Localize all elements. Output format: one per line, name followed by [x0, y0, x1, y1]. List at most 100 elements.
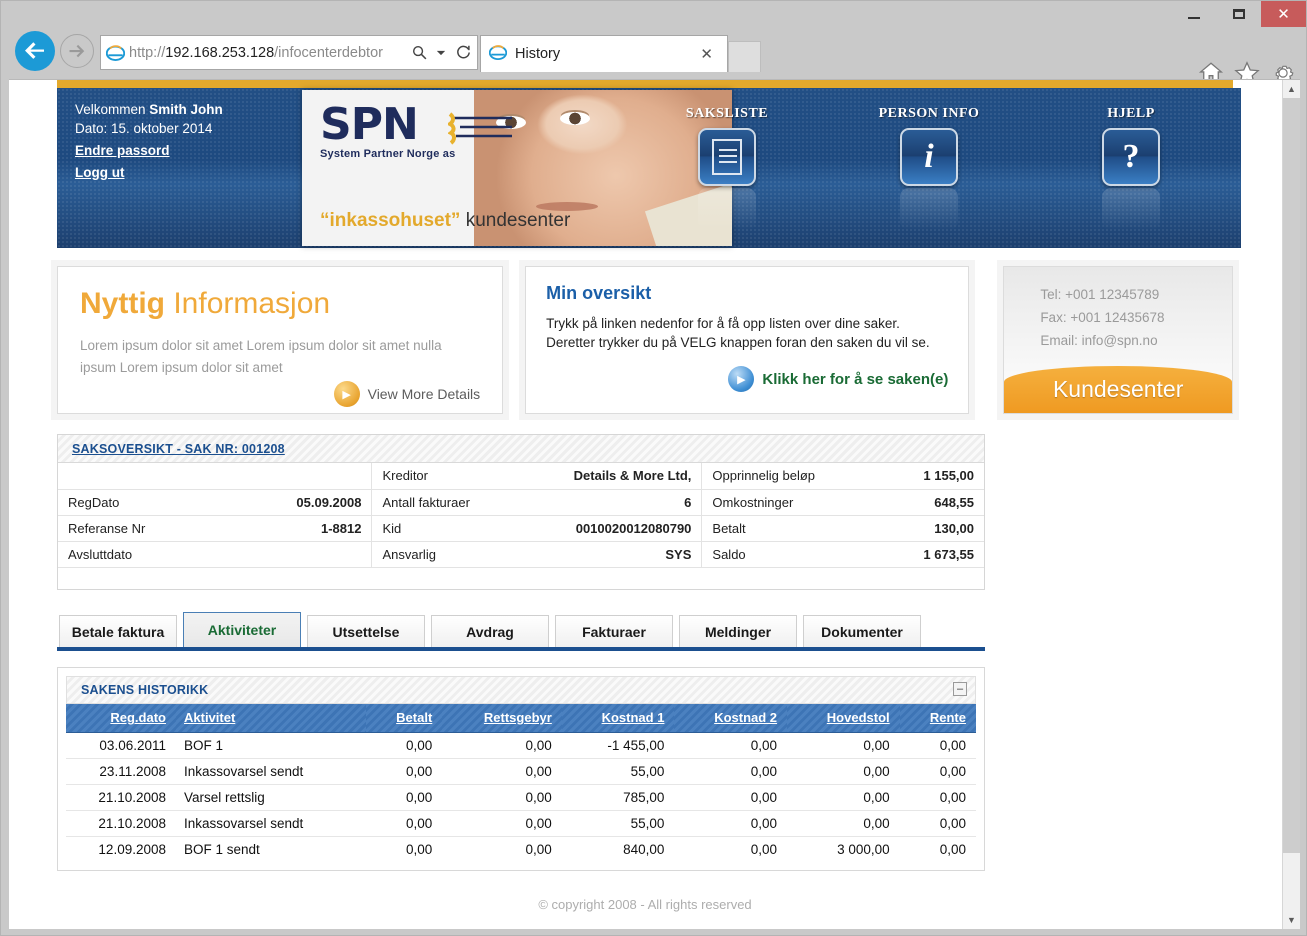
- case-overview-header: SAKSOVERSIKT - SAK NR: 001208: [58, 435, 984, 463]
- kundesenter-button[interactable]: Kundesenter: [1004, 366, 1232, 413]
- forward-button[interactable]: [60, 34, 94, 68]
- table-cell: 0,00: [899, 784, 976, 811]
- panel-title: SAKENS HISTORIKK: [81, 683, 209, 697]
- tagline-quoted: “inkassohuset”: [320, 210, 461, 231]
- history-table-head: Reg.dato Aktivitet Betalt Rettsgebyr Kostnad…: [66, 704, 976, 733]
- card-title-rest: Informasjon: [165, 287, 331, 320]
- table-cell: 0,00: [939, 841, 966, 857]
- window-close-button[interactable]: ✕: [1261, 1, 1306, 27]
- address-bar[interactable]: http://192.168.253.128/infocenterdebtor: [100, 35, 478, 70]
- title-bar: ✕: [1, 1, 1306, 27]
- history-column-header[interactable]: Rente: [899, 704, 976, 733]
- history-column-header[interactable]: Rettsgebyr: [442, 704, 562, 733]
- vertical-scrollbar[interactable]: ▲ ▼: [1282, 80, 1300, 929]
- history-table: Reg.dato Aktivitet Betalt Rettsgebyr Kostnad…: [66, 704, 976, 862]
- spacer-cell: [58, 567, 984, 589]
- tab-betale-faktura[interactable]: Betale faktura: [59, 615, 177, 647]
- tab-favicon-icon: [488, 43, 508, 66]
- new-tab-button[interactable]: [728, 41, 761, 72]
- table-cell: 0,00: [674, 784, 788, 811]
- history-panel: SAKENS HISTORIKK – Reg.dato Aktivitet Beta…: [57, 667, 985, 871]
- tab-meldinger[interactable]: Meldinger: [679, 615, 797, 647]
- table-cell: 0,00: [787, 810, 900, 837]
- nav-label: SAKSLISTE: [685, 106, 769, 121]
- document-list-icon[interactable]: [698, 128, 756, 186]
- history-column-header[interactable]: Betalt: [366, 704, 443, 733]
- url-text: http://192.168.253.128/infocenterdebtor: [129, 44, 383, 61]
- field-label: Kid: [371, 515, 532, 542]
- history-column-header[interactable]: Kostnad 1: [561, 704, 675, 733]
- se-saken-link[interactable]: ▶ Klikk her for å se saken(e): [546, 366, 948, 392]
- contact-card: Tel: +001 12345789 Fax: +001 12435678 Em…: [1003, 266, 1233, 414]
- top-orange-band: [57, 80, 1233, 88]
- table-cell: 0,00: [525, 841, 552, 857]
- table-cell: 0,00: [674, 732, 788, 759]
- history-column-header[interactable]: Aktivitet: [176, 704, 366, 733]
- panel-title[interactable]: SAKSOVERSIKT - SAK NR: 001208: [72, 442, 285, 456]
- page-viewport: ▲ ▼ Velkommen Smith John Dato: 15. oktob…: [9, 79, 1300, 929]
- nav-item-hjelp[interactable]: HJELP ?: [1061, 106, 1201, 230]
- question-mark-icon[interactable]: ?: [1102, 128, 1160, 186]
- link-label: Klikk her for å se saken(e): [762, 370, 949, 388]
- tab-fakturaer[interactable]: Fakturaer: [555, 615, 673, 647]
- tab-utsettelse[interactable]: Utsettelse: [307, 615, 425, 647]
- logo-text: SPN: [320, 99, 419, 150]
- column-header-label: Hovedstol: [826, 710, 890, 726]
- card-title: Nyttig Informasjon: [80, 287, 480, 321]
- table-cell: BOF 1: [176, 732, 366, 759]
- tab-aktiviteter[interactable]: Aktiviteter: [183, 612, 301, 647]
- table-row: 12.09.2008 BOF 1 sendt 0,00 0,00 840,00 0,00 3…: [66, 836, 976, 862]
- change-password-link[interactable]: Endre passord: [75, 141, 223, 160]
- field-label: Omkostninger: [701, 489, 851, 516]
- back-button[interactable]: [15, 31, 55, 71]
- table-cell: 21.10.2008: [66, 784, 176, 811]
- table-cell: 55,00: [561, 758, 675, 785]
- nav-item-person-info[interactable]: PERSON INFO i: [859, 106, 999, 230]
- scroll-down-icon[interactable]: ▼: [1283, 911, 1300, 929]
- nav-reflection: [900, 188, 958, 230]
- card-body: Trykk på linken nedenfor for å få opp li…: [546, 314, 948, 352]
- forward-arrow-icon: [69, 44, 85, 58]
- chevron-down-icon[interactable]: [433, 36, 449, 69]
- tab-avdrag[interactable]: Avdrag: [431, 615, 549, 647]
- nav-reflection: [1102, 188, 1160, 230]
- tab-label: Utsettelse: [332, 623, 400, 640]
- field-value: 1-8812: [238, 515, 372, 542]
- scrollbar-thumb[interactable]: [1283, 98, 1300, 853]
- window-maximize-button[interactable]: [1216, 1, 1261, 27]
- table-cell: 0,00: [442, 784, 562, 811]
- table-cell: 0,00: [442, 810, 562, 837]
- info-i-icon[interactable]: i: [900, 128, 958, 186]
- table-cell: Inkassovarsel sendt: [176, 810, 366, 837]
- table-cell: 0,00: [899, 810, 976, 837]
- field-value: 0010020012080790: [531, 515, 702, 542]
- search-icon[interactable]: [405, 36, 433, 69]
- tab-strip: History ✕: [480, 35, 761, 79]
- table-cell: 0,00: [787, 784, 900, 811]
- column-header-label: Betalt: [396, 710, 433, 726]
- scroll-up-icon[interactable]: ▲: [1283, 80, 1300, 98]
- refresh-icon[interactable]: [449, 36, 477, 69]
- tab-label: Aktiviteter: [207, 622, 277, 638]
- field-label: Avsluttdato: [58, 541, 239, 568]
- table-row: 03.06.2011 BOF 1 0,00 0,00 -1 455,00 0,00 0,00…: [66, 732, 976, 759]
- cards-row: Nyttig Informasjon Lorem ipsum dolor sit…: [57, 266, 1233, 414]
- close-icon[interactable]: ✕: [694, 45, 719, 63]
- collapse-icon[interactable]: –: [953, 682, 967, 696]
- history-column-header[interactable]: Reg.dato: [66, 704, 176, 733]
- window-minimize-button[interactable]: [1171, 1, 1216, 27]
- nav-item-saksliste[interactable]: SAKSLISTE: [657, 106, 797, 230]
- view-more-details-link[interactable]: ▶ View More Details: [80, 381, 480, 407]
- field-label: [58, 463, 239, 490]
- table-row: 23.11.2008 Inkassovarsel sendt 0,00 0,00 55,…: [66, 758, 976, 785]
- history-column-header[interactable]: Kostnad 2: [674, 704, 788, 733]
- play-icon: ▶: [728, 366, 755, 392]
- top-navigation: SAKSLISTE PERSON INFO i HJELP ?: [657, 106, 1201, 230]
- column-header-label: Aktivitet: [184, 710, 236, 726]
- site-footer: © copyright 2008 - All rights reserved: [57, 897, 1233, 929]
- logout-link[interactable]: Logg ut: [75, 163, 223, 182]
- browser-tab-history[interactable]: History ✕: [480, 35, 728, 72]
- spn-logo: SPN System Partner Norge as: [320, 99, 512, 160]
- tab-dokumenter[interactable]: Dokumenter: [803, 615, 921, 647]
- history-column-header[interactable]: Hovedstol: [787, 704, 900, 733]
